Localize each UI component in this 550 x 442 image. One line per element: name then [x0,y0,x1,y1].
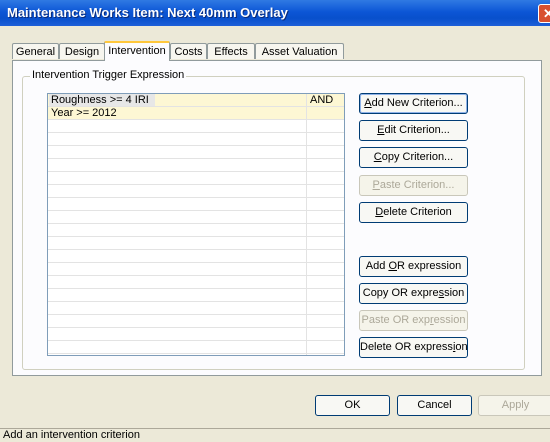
close-button[interactable]: ✕ [538,4,550,23]
window-title: Maintenance Works Item: Next 40mm Overla… [7,5,288,20]
criterion-operator: AND [310,94,334,106]
empty-row[interactable] [48,315,344,328]
empty-row[interactable] [48,146,344,159]
add-new-criterion-button[interactable]: Add New Criterion... [359,93,468,114]
ok-button[interactable]: OK [315,395,390,416]
tab-asset-valuation[interactable]: Asset Valuation [255,43,344,59]
paste-or-expression-button[interactable]: Paste OR expression [359,310,468,331]
empty-row[interactable] [48,341,344,354]
column-divider [306,94,307,355]
dialog-window: Maintenance Works Item: Next 40mm Overla… [0,0,550,442]
empty-row[interactable] [48,263,344,276]
status-bar: Add an intervention criterion [0,428,550,442]
tab-design[interactable]: Design [59,43,105,59]
title-bar[interactable]: Maintenance Works Item: Next 40mm Overla… [0,0,550,26]
empty-row[interactable] [48,328,344,341]
list-item[interactable]: Year >= 2012 [48,107,344,120]
copy-criterion-button[interactable]: Copy Criterion... [359,147,468,168]
empty-row[interactable] [48,120,344,133]
empty-row[interactable] [48,224,344,237]
list-item[interactable]: Roughness >= 4 IRI AND [48,94,344,107]
edit-criterion-button[interactable]: Edit Criterion... [359,120,468,141]
delete-or-expression-button[interactable]: Delete OR expression [359,337,468,358]
empty-row[interactable] [48,289,344,302]
status-text: Add an intervention criterion [3,429,140,441]
tab-intervention[interactable]: Intervention [104,41,170,61]
apply-button[interactable]: Apply [478,395,550,416]
group-label: Intervention Trigger Expression [30,69,187,81]
empty-row[interactable] [48,237,344,250]
empty-row[interactable] [48,276,344,289]
empty-row[interactable] [48,211,344,224]
criterion-expression: Year >= 2012 [51,107,117,119]
close-icon: ✕ [543,6,550,21]
criteria-list[interactable]: Roughness >= 4 IRI AND Year >= 2012 [47,93,345,356]
criterion-expression: Roughness >= 4 IRI [51,94,149,106]
cancel-button[interactable]: Cancel [397,395,472,416]
tab-general[interactable]: General [12,43,59,59]
tab-costs[interactable]: Costs [170,43,207,59]
add-or-expression-button[interactable]: Add OR expression [359,256,468,277]
delete-criterion-button[interactable]: Delete Criterion [359,202,468,223]
empty-row[interactable] [48,185,344,198]
empty-row[interactable] [48,302,344,315]
empty-row[interactable] [48,159,344,172]
paste-criterion-button[interactable]: Paste Criterion... [359,175,468,196]
empty-row[interactable] [48,250,344,263]
empty-row[interactable] [48,172,344,185]
empty-row[interactable] [48,198,344,211]
copy-or-expression-button[interactable]: Copy OR expression [359,283,468,304]
tab-effects[interactable]: Effects [207,43,255,59]
empty-row[interactable] [48,133,344,146]
